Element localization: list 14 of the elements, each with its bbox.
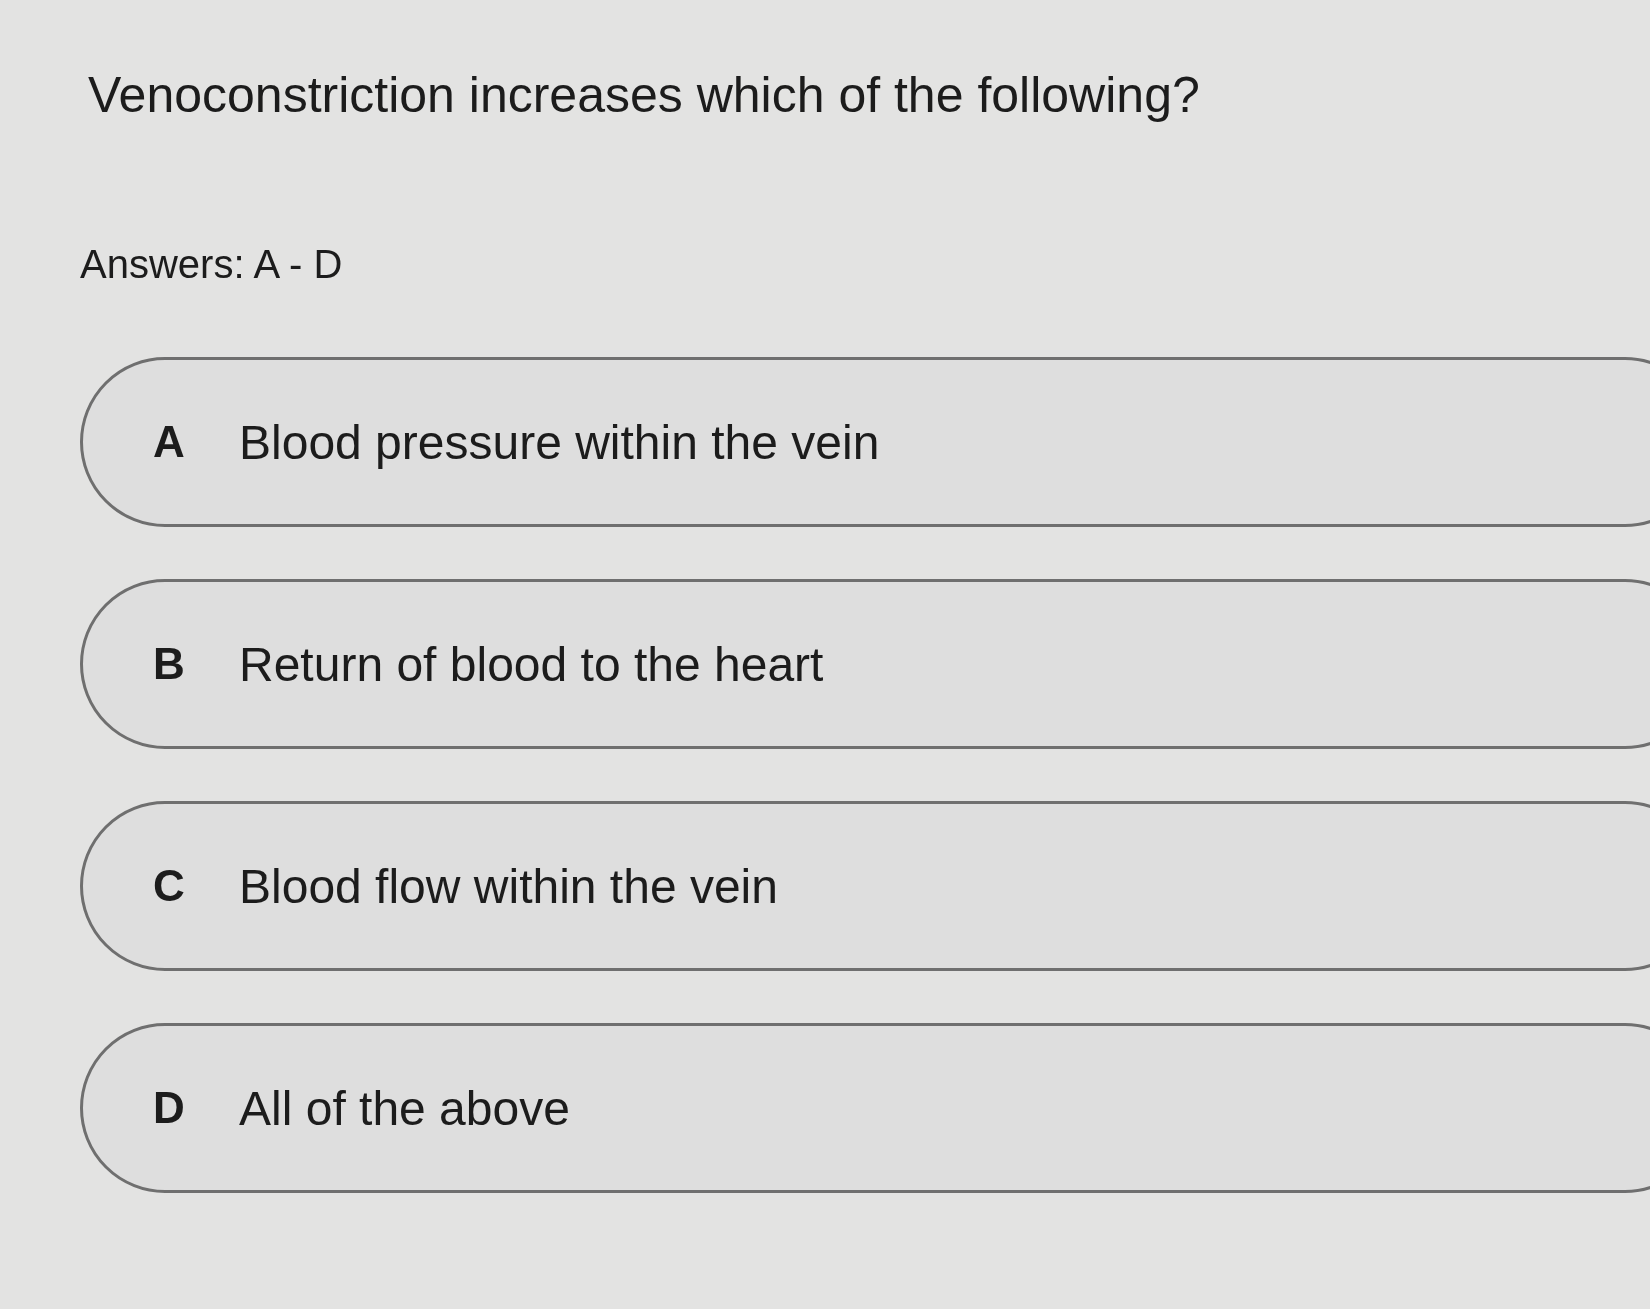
answer-option[interactable]: C Blood flow within the vein bbox=[80, 801, 1650, 971]
option-text: Blood pressure within the vein bbox=[239, 414, 880, 470]
option-letter: B bbox=[153, 639, 186, 689]
option-text: All of the above bbox=[239, 1080, 570, 1136]
option-text: Blood flow within the vein bbox=[239, 858, 778, 914]
answer-option[interactable]: A Blood pressure within the vein bbox=[80, 357, 1650, 527]
question-text: Venoconstriction increases which of the following? bbox=[88, 66, 1201, 124]
option-letter: A bbox=[153, 417, 186, 467]
option-text: Return of blood to the heart bbox=[239, 636, 824, 692]
option-letter: C bbox=[153, 861, 186, 911]
answer-option[interactable]: B Return of blood to the heart bbox=[80, 579, 1650, 749]
answers-label: Answers: A - D bbox=[80, 242, 344, 287]
option-letter: D bbox=[153, 1083, 186, 1133]
answer-option[interactable]: D All of the above bbox=[80, 1023, 1650, 1193]
